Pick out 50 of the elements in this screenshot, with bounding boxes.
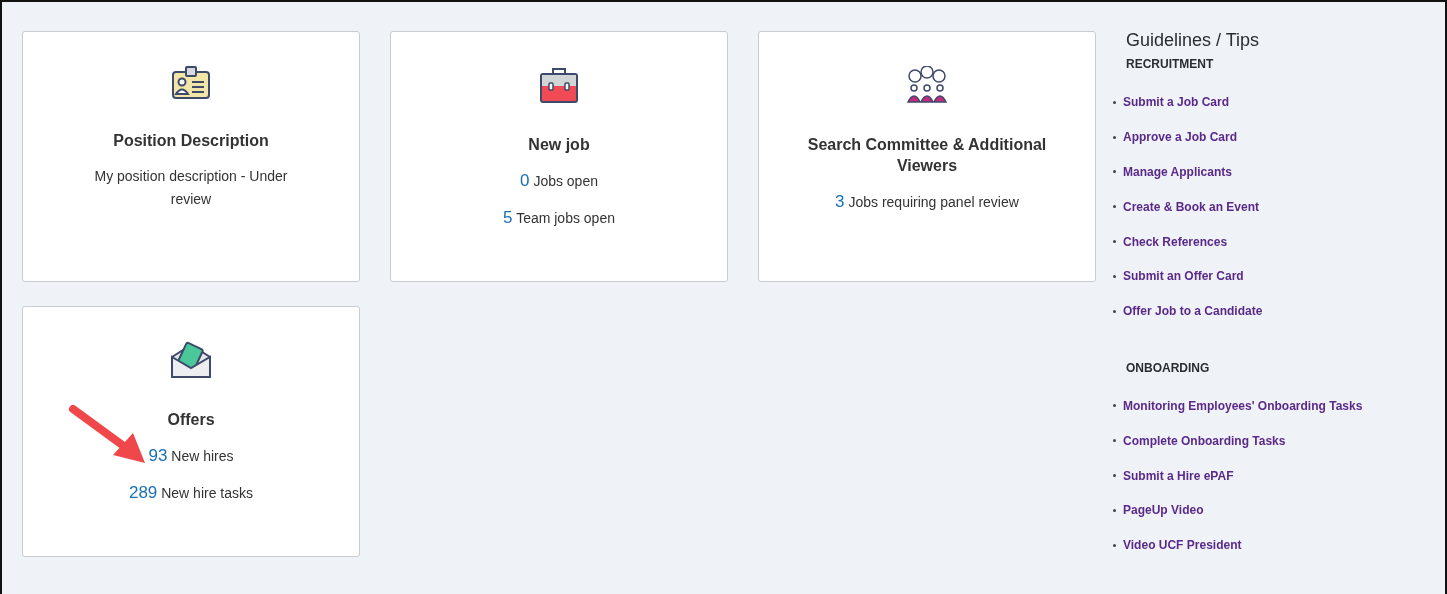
count-link[interactable]: 0 bbox=[520, 171, 530, 190]
dashboard-card[interactable]: Offers 93 New hires 289 New hire tasks bbox=[22, 306, 360, 557]
bullet-icon bbox=[1113, 508, 1116, 512]
guideline-link[interactable]: Complete Onboarding Tasks bbox=[1123, 433, 1286, 448]
guideline-link[interactable]: Monitoring Employees' Onboarding Tasks bbox=[1123, 398, 1363, 413]
guideline-link[interactable]: Check References bbox=[1123, 234, 1228, 249]
section-heading: RECRUITMENT bbox=[1125, 57, 1215, 71]
stat-label: Team jobs open bbox=[516, 210, 615, 226]
card-title: New job bbox=[528, 135, 590, 155]
stat-label: Jobs open bbox=[533, 173, 598, 189]
guidelines-title: Guidelines / Tips bbox=[1125, 30, 1261, 51]
bullet-icon bbox=[1113, 543, 1116, 547]
bullet-icon bbox=[1113, 135, 1116, 139]
bullet-icon bbox=[1113, 170, 1116, 174]
guideline-link[interactable]: Submit a Hire ePAF bbox=[1123, 468, 1234, 483]
card-description: My position description - Under review bbox=[93, 167, 289, 209]
section-heading: ONBOARDING bbox=[1125, 360, 1211, 375]
dashboard-card[interactable]: New job 0 Jobs open 5 Team jobs open bbox=[390, 31, 728, 282]
briefcase-icon bbox=[539, 66, 579, 104]
card-title: Offers bbox=[167, 410, 215, 430]
guideline-link[interactable]: Video UCF President bbox=[1123, 538, 1242, 553]
card-title: Position Description bbox=[113, 131, 269, 151]
bullet-icon bbox=[1113, 100, 1116, 104]
count-link[interactable]: 93 bbox=[148, 446, 168, 465]
bullet-icon bbox=[1113, 240, 1116, 244]
bullet-icon bbox=[1113, 274, 1116, 278]
guideline-link[interactable]: Submit an Offer Card bbox=[1123, 269, 1244, 284]
guideline-link[interactable]: Submit a Job Card bbox=[1123, 95, 1229, 110]
guideline-link[interactable]: Manage Applicants bbox=[1123, 165, 1232, 179]
guideline-link[interactable]: Create & Book an Event bbox=[1123, 199, 1260, 214]
dashboard-card[interactable]: Search Committee & Additional Viewers 3 Jobs requiring panel review bbox=[758, 31, 1096, 282]
dashboard-card[interactable]: Position Description My position description - Under review bbox=[22, 31, 360, 282]
group-chat-icon bbox=[905, 66, 949, 104]
bullet-icon bbox=[1113, 309, 1116, 313]
count-link[interactable]: 289 bbox=[128, 483, 158, 502]
guideline-link[interactable]: Offer Job to a Candidate bbox=[1123, 304, 1263, 319]
stat-label: New hires bbox=[171, 448, 234, 464]
stat-label: Jobs requiring panel review bbox=[848, 194, 1019, 210]
bullet-icon bbox=[1113, 439, 1116, 443]
stat-label: New hire tasks bbox=[161, 485, 254, 501]
bullet-icon bbox=[1113, 205, 1116, 209]
envelope-icon bbox=[170, 341, 212, 379]
count-link[interactable]: 3 bbox=[835, 192, 845, 211]
id-badge-icon bbox=[171, 66, 211, 100]
bullet-icon bbox=[1113, 404, 1116, 408]
bullet-icon bbox=[1113, 474, 1116, 478]
card-title: Search Committee & Additional Viewers bbox=[806, 135, 1048, 176]
count-link[interactable]: 5 bbox=[503, 208, 513, 227]
guideline-link[interactable]: PageUp Video bbox=[1123, 503, 1204, 518]
guideline-link[interactable]: Approve a Job Card bbox=[1123, 130, 1238, 145]
